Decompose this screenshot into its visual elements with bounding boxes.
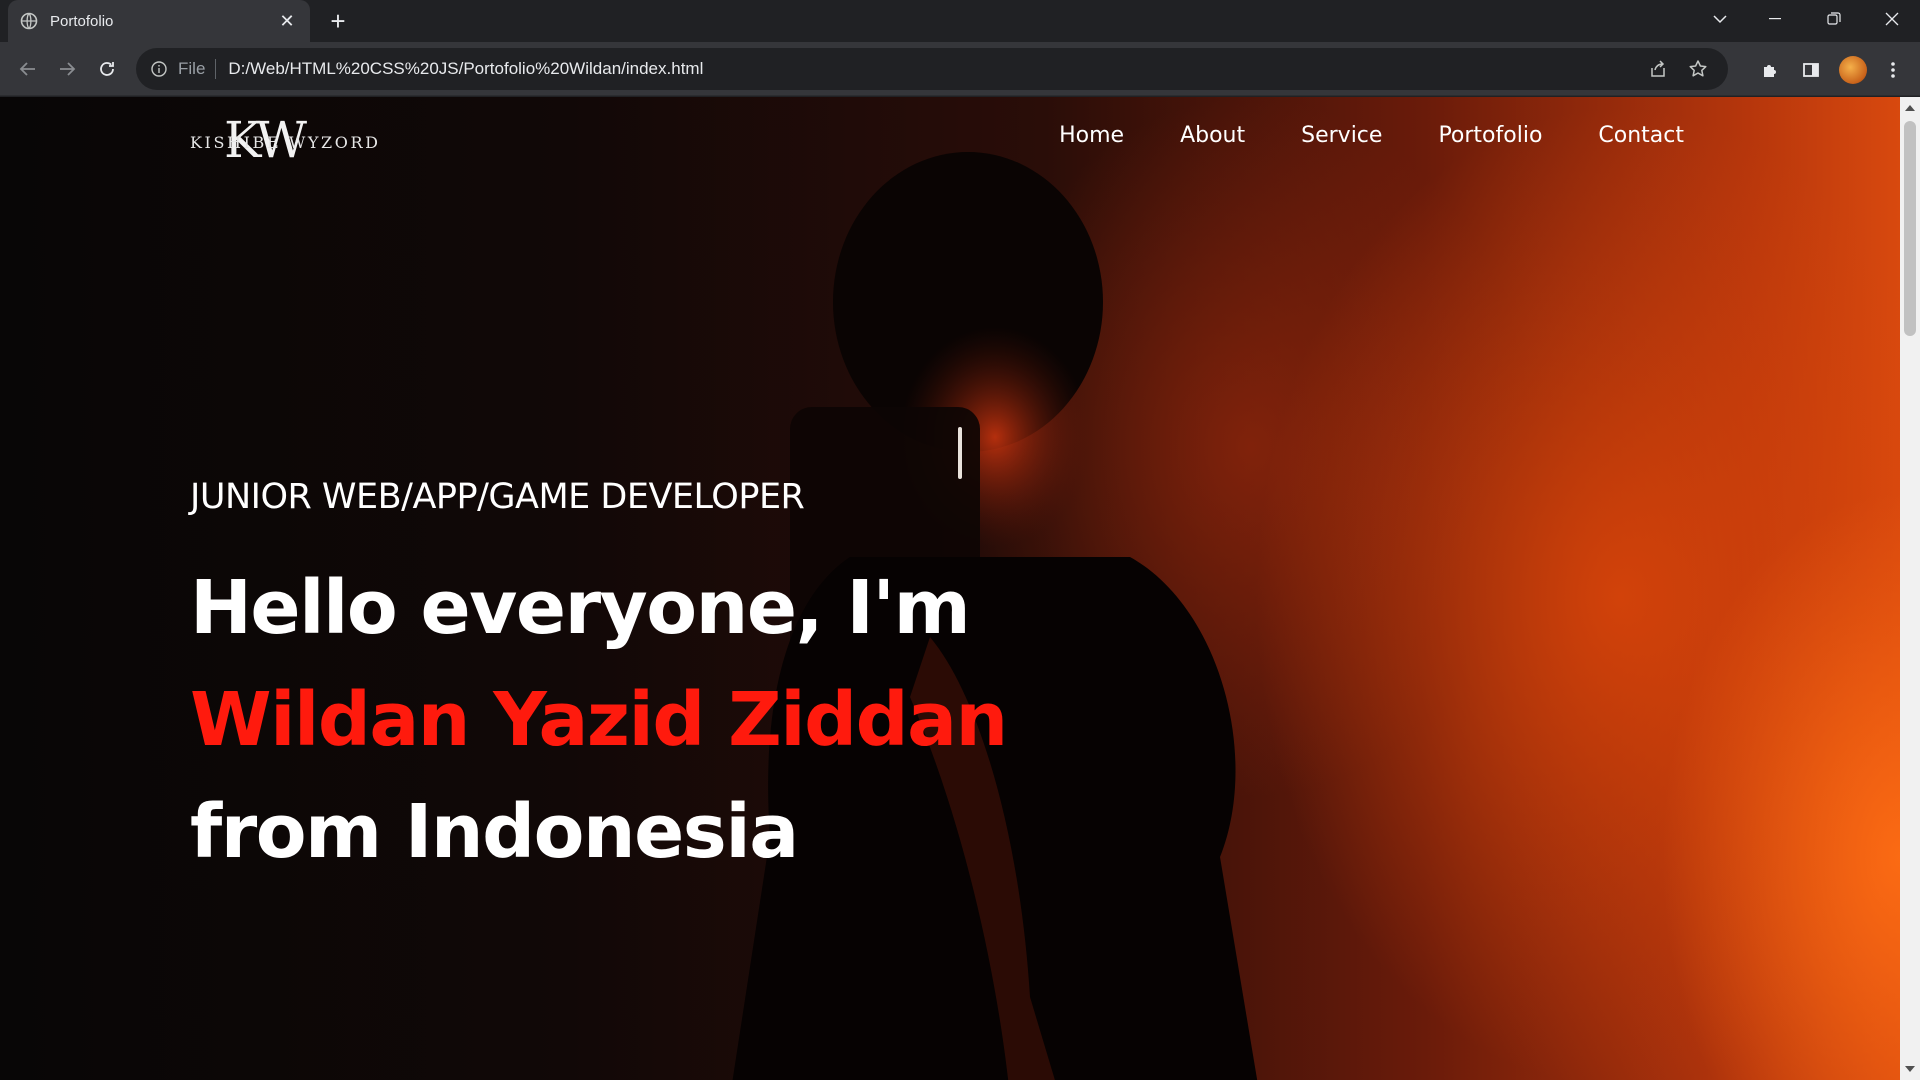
site-logo[interactable]: KW KISHIBE WYZORD xyxy=(190,115,378,165)
scrollbar-thumb[interactable] xyxy=(1904,121,1916,336)
site-navigation: Home About Service Portofolio Contact xyxy=(1059,123,1684,148)
page-hero-section: KW KISHIBE WYZORD Home About Service Por… xyxy=(0,97,1900,1080)
share-icon[interactable] xyxy=(1642,53,1674,85)
hero-name: Wildan Yazid Ziddan xyxy=(190,677,1008,763)
forward-arrow-icon[interactable] xyxy=(52,54,82,84)
close-tab-icon[interactable]: ✕ xyxy=(276,10,298,32)
puzzle-extensions-icon[interactable] xyxy=(1755,54,1787,86)
scroll-down-arrow-icon[interactable] xyxy=(1905,1066,1915,1072)
globe-icon xyxy=(20,12,38,30)
nav-link-about[interactable]: About xyxy=(1180,123,1245,148)
nav-link-portofolio[interactable]: Portofolio xyxy=(1438,123,1542,148)
close-window-button[interactable] xyxy=(1864,0,1920,38)
new-tab-button[interactable]: + xyxy=(322,6,354,36)
more-menu-icon[interactable] xyxy=(1877,54,1909,86)
bookmark-star-icon[interactable] xyxy=(1682,53,1714,85)
browser-tab-strip: Portofolio ✕ + xyxy=(0,0,1920,42)
hero-subtitle: JUNIOR WEB/APP/GAME DEVELOPER xyxy=(190,477,805,517)
profile-avatar[interactable] xyxy=(1837,54,1869,86)
info-icon[interactable] xyxy=(150,60,168,78)
chevron-down-icon[interactable] xyxy=(1692,0,1748,38)
nav-link-contact[interactable]: Contact xyxy=(1598,123,1684,148)
nav-link-service[interactable]: Service xyxy=(1301,123,1382,148)
scroll-up-arrow-icon[interactable] xyxy=(1905,105,1915,111)
restore-window-button[interactable] xyxy=(1806,0,1862,38)
hero-greeting: Hello everyone, I'm xyxy=(190,565,971,651)
address-bar[interactable]: File D:/Web/HTML%20CSS%20JS/Portofolio%2… xyxy=(136,48,1728,90)
side-panel-icon[interactable] xyxy=(1795,54,1827,86)
url-scheme-label: File xyxy=(178,59,217,79)
url-text[interactable]: D:/Web/HTML%20CSS%20JS/Portofolio%20Wild… xyxy=(216,59,1634,79)
nav-link-home[interactable]: Home xyxy=(1059,123,1124,148)
page-scrollbar[interactable] xyxy=(1900,97,1920,1080)
tab-title: Portofolio xyxy=(50,12,114,30)
logo-brand-text: KISHIBE WYZORD xyxy=(190,133,381,152)
hero-origin: from Indonesia xyxy=(190,789,799,875)
browser-toolbar: File D:/Web/HTML%20CSS%20JS/Portofolio%2… xyxy=(0,42,1920,96)
reload-icon[interactable] xyxy=(92,54,122,84)
avatar-image xyxy=(1839,56,1867,84)
browser-tab[interactable]: Portofolio ✕ xyxy=(8,0,310,42)
minimize-window-button[interactable] xyxy=(1748,0,1804,38)
back-arrow-icon[interactable] xyxy=(13,54,43,84)
